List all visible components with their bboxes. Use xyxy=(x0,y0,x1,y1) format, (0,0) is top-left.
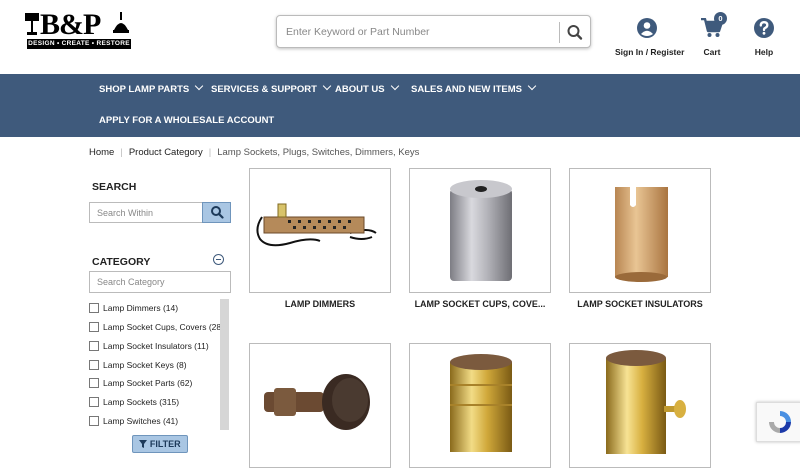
product-card-image[interactable] xyxy=(409,168,551,293)
product-card-title[interactable]: LAMP DIMMERS xyxy=(249,299,391,309)
search-icon[interactable] xyxy=(565,22,585,43)
cart-label: Cart xyxy=(703,47,721,57)
search-within-button[interactable] xyxy=(202,202,231,223)
socket-key-image xyxy=(264,374,370,430)
cart-link[interactable]: 0 Cart xyxy=(700,12,727,57)
nav-shop-lamp-parts[interactable]: SHOP LAMP PARTS xyxy=(99,81,204,95)
nav-label: SALES AND NEW ITEMS xyxy=(411,84,523,95)
chevron-down-icon xyxy=(527,81,537,91)
site-search-box xyxy=(276,15,591,48)
checkbox[interactable] xyxy=(89,302,99,313)
category-filter-item[interactable]: Lamp Socket Keys (8) xyxy=(89,359,187,372)
product-card-image[interactable] xyxy=(249,343,391,468)
nav-label: SERVICES & SUPPORT xyxy=(211,84,317,95)
category-label: Lamp Sockets (315) xyxy=(103,397,180,407)
search-heading: SEARCH xyxy=(92,181,137,193)
category-heading: CATEGORY xyxy=(92,256,151,268)
nav-label: ABOUT US xyxy=(335,84,385,95)
category-label: Lamp Switches (41) xyxy=(103,416,179,426)
breadcrumb-separator: | xyxy=(120,147,123,158)
breadcrumb-separator: | xyxy=(208,147,212,158)
nav-label: SHOP LAMP PARTS xyxy=(99,84,190,95)
nav-sales-new-items[interactable]: SALES AND NEW ITEMS xyxy=(411,81,537,95)
account-label: Sign In / Register xyxy=(615,47,685,57)
checkbox[interactable] xyxy=(89,377,99,388)
checkbox[interactable] xyxy=(89,415,99,426)
chevron-down-icon xyxy=(390,81,399,91)
account-link[interactable]: Sign In / Register xyxy=(615,18,685,57)
filter-button[interactable]: FILTER xyxy=(132,435,188,453)
lamp-dimmer-image xyxy=(256,203,377,247)
collapse-minus-icon[interactable] xyxy=(213,254,224,265)
breadcrumb-home[interactable]: Home xyxy=(89,147,114,158)
category-search-input[interactable] xyxy=(89,271,231,293)
category-label: Lamp Socket Insulators (11) xyxy=(103,341,209,351)
checkbox[interactable] xyxy=(89,340,99,351)
breadcrumb: Home | Product Category | Lamp Sockets, Plug… xyxy=(89,147,419,158)
socket-insulator-image xyxy=(615,187,668,282)
search-divider xyxy=(559,22,560,43)
site-header: B&P DESIGN • CREATE • RESTORE Sign In / … xyxy=(0,0,800,74)
product-card-title[interactable]: LAMP SOCKET INSULATORS xyxy=(569,299,711,309)
category-label: Lamp Socket Parts (62) xyxy=(103,378,193,388)
nav-wholesale-account[interactable]: APPLY FOR A WHOLESALE ACCOUNT xyxy=(99,115,274,126)
category-label: Lamp Socket Keys (8) xyxy=(103,360,187,370)
category-filter-item[interactable]: Lamp Socket Insulators (11) xyxy=(89,340,209,353)
category-filter-item[interactable]: Lamp Socket Parts (62) xyxy=(89,377,193,390)
recaptcha-badge[interactable] xyxy=(756,402,800,442)
checkbox[interactable] xyxy=(89,396,99,407)
help-label: Help xyxy=(754,47,774,57)
filter-funnel-icon xyxy=(139,439,148,448)
search-within-input[interactable] xyxy=(89,202,203,223)
filter-label: FILTER xyxy=(149,439,181,449)
chevron-down-icon xyxy=(322,81,332,91)
category-label: Lamp Dimmers (14) xyxy=(103,303,179,313)
product-card-image[interactable] xyxy=(569,168,711,293)
nav-services-support[interactable]: SERVICES & SUPPORT xyxy=(211,81,332,95)
site-search-input[interactable] xyxy=(286,22,556,42)
breadcrumb-category[interactable]: Product Category xyxy=(129,147,203,158)
lamp-socket-image xyxy=(606,350,686,454)
nav-label: APPLY FOR A WHOLESALE ACCOUNT xyxy=(99,115,275,126)
socket-cup-image xyxy=(450,180,512,281)
nav-about-us[interactable]: ABOUT US xyxy=(335,81,399,95)
chevron-down-icon xyxy=(195,81,204,91)
logo-tagline: DESIGN • CREATE • RESTORE xyxy=(27,39,131,49)
lamp-shade-logo-icon xyxy=(113,12,129,33)
logo-wordmark: B&P xyxy=(40,8,101,41)
category-filter-item[interactable]: Lamp Socket Cups, Covers (28) xyxy=(89,321,224,334)
category-filter-item[interactable]: Lamp Dimmers (14) xyxy=(89,302,179,315)
product-card-title[interactable]: LAMP SOCKET CUPS, COVE... xyxy=(409,299,551,309)
socket-parts-image xyxy=(450,354,512,452)
recaptcha-icon xyxy=(769,411,791,433)
help-icon xyxy=(754,18,774,38)
product-card-image[interactable] xyxy=(569,343,711,468)
category-scrollbar[interactable] xyxy=(220,299,229,430)
checkbox[interactable] xyxy=(89,359,99,370)
category-filter-item[interactable]: Lamp Switches (41) xyxy=(89,415,179,428)
cart-count-badge: 0 xyxy=(714,12,727,25)
checkbox[interactable] xyxy=(89,321,99,332)
user-circle-icon xyxy=(637,18,657,38)
breadcrumb-current: Lamp Sockets, Plugs, Switches, Dimmers, … xyxy=(217,147,420,158)
search-icon xyxy=(211,206,224,219)
help-link[interactable]: Help xyxy=(753,18,775,57)
product-card-image[interactable] xyxy=(409,343,551,468)
category-filter-item[interactable]: Lamp Sockets (315) xyxy=(89,396,180,409)
main-navigation: SHOP LAMP PARTS SERVICES & SUPPORT ABOUT… xyxy=(0,74,800,137)
site-logo[interactable]: B&P DESIGN • CREATE • RESTORE xyxy=(25,10,131,50)
category-label: Lamp Socket Cups, Covers (28) xyxy=(103,322,224,332)
product-card-image[interactable] xyxy=(249,168,391,293)
